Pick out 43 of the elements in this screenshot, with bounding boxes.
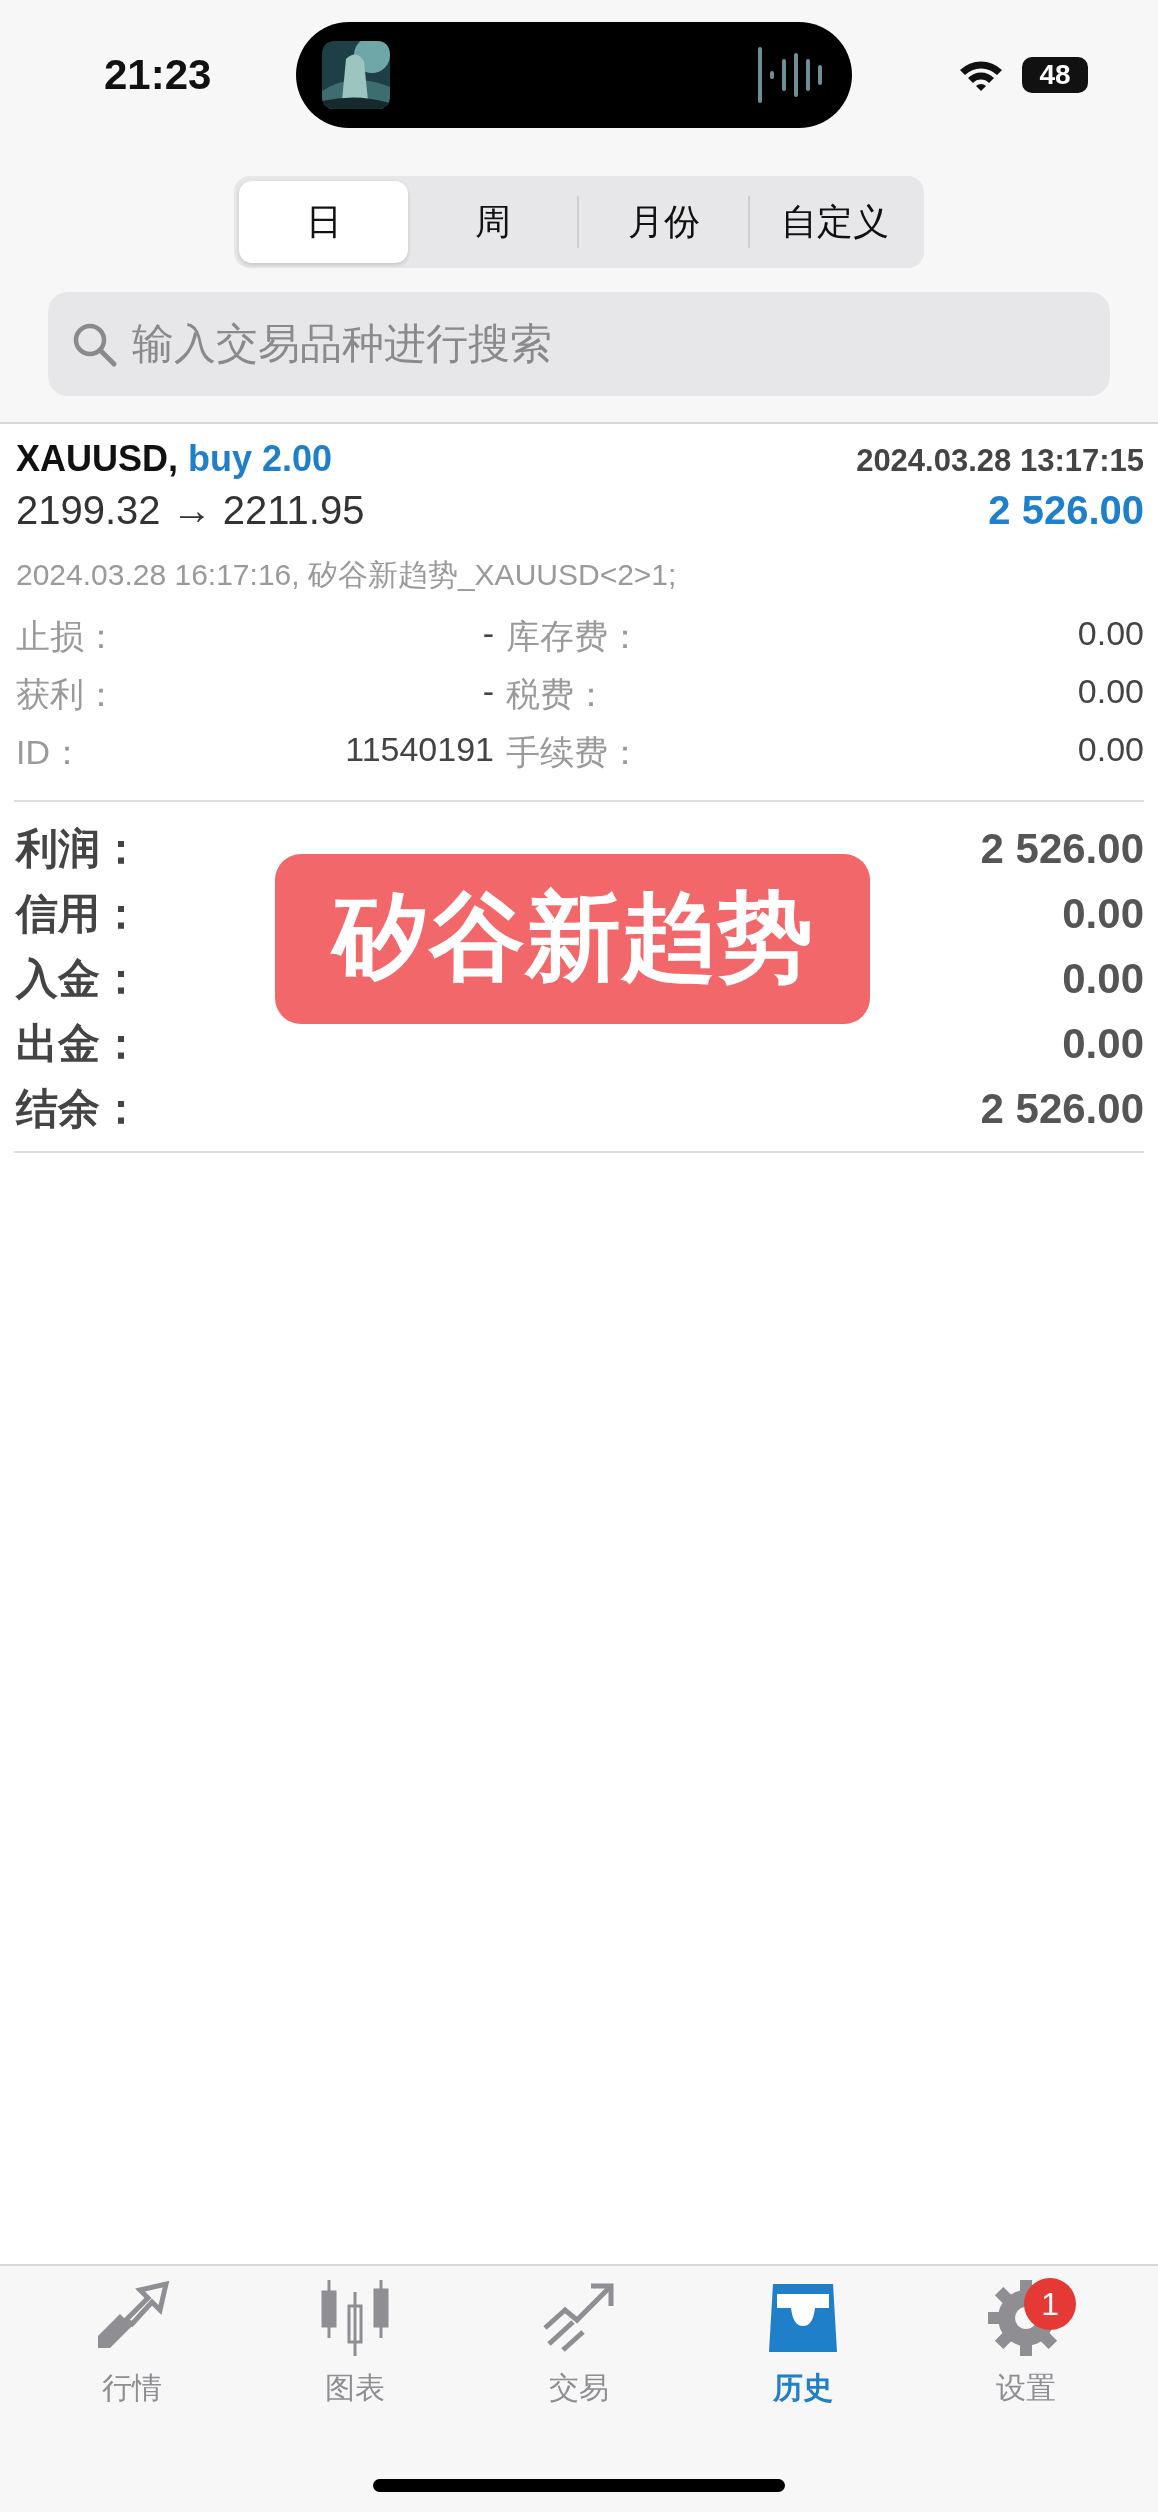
symbol-text: XAUUSD, (16, 438, 179, 479)
summary-value: 2 526.00 (980, 1084, 1144, 1133)
summary-label: 利润： (16, 823, 142, 874)
wifi-icon (958, 58, 1004, 92)
summary-label: 信用： (16, 888, 142, 939)
detail-label: ID： (16, 732, 84, 773)
detail-value: 11540191 (345, 730, 494, 770)
summary-value: 0.00 (1062, 954, 1144, 1003)
search-field[interactable]: 输入交易品种进行搜索 (48, 292, 1110, 396)
tab-bar-item[interactable]: 行情 (41, 2278, 222, 2409)
period-tab[interactable]: 自定义 (748, 196, 919, 248)
detail-value: - (482, 672, 494, 712)
tab-bar-item[interactable]: 图表 (265, 2278, 446, 2409)
tab-bar-item[interactable]: 历史 (712, 2278, 893, 2409)
tab-bar-item[interactable]: 设置 1 (936, 2278, 1117, 2409)
summary-label: 入金： (16, 953, 142, 1004)
detail-value: 0.00 (1077, 614, 1144, 654)
detail-label: 获利： (16, 674, 118, 715)
price-range-text: 2199.32 → 2211.95 (16, 488, 365, 533)
notification-badge: 1 (1024, 2278, 1077, 2330)
period-tab[interactable]: 月份 (577, 196, 748, 248)
detail-value: 0.00 (1077, 672, 1144, 712)
detail-value: - (482, 614, 494, 654)
summary-value: 0.00 (1062, 889, 1144, 938)
profit-text: 2 526.00 (988, 488, 1144, 533)
trade-side-text: buy 2.00 (188, 438, 333, 479)
detail-label: 库存费： (506, 616, 642, 657)
detail-label: 税费： (506, 674, 608, 715)
summary-value: 2 526.00 (980, 824, 1144, 873)
detail-value: 0.00 (1077, 730, 1144, 770)
stamp-label: 矽谷新趋势 (275, 854, 870, 1024)
battery-indicator: 48 (1022, 57, 1088, 93)
period-tab[interactable]: 周 (408, 181, 577, 263)
detail-label: 止损： (16, 616, 118, 657)
tab-bar-item[interactable]: 交易 (489, 2278, 669, 2409)
summary-label: 出金： (16, 1018, 142, 1069)
period-tab[interactable]: 日 (239, 181, 408, 263)
summary-label: 结余： (16, 1083, 142, 1134)
deal-comment-text: 2024.03.28 16:17:16, 矽谷新趋势_XAUUSD<2>1; (16, 557, 678, 593)
open-time-text: 2024.03.28 13:17:15 (856, 443, 1144, 479)
status-time: 21:23 (104, 51, 213, 99)
detail-label: 手续费： (506, 732, 642, 773)
summary-value: 0.00 (1062, 1019, 1144, 1068)
